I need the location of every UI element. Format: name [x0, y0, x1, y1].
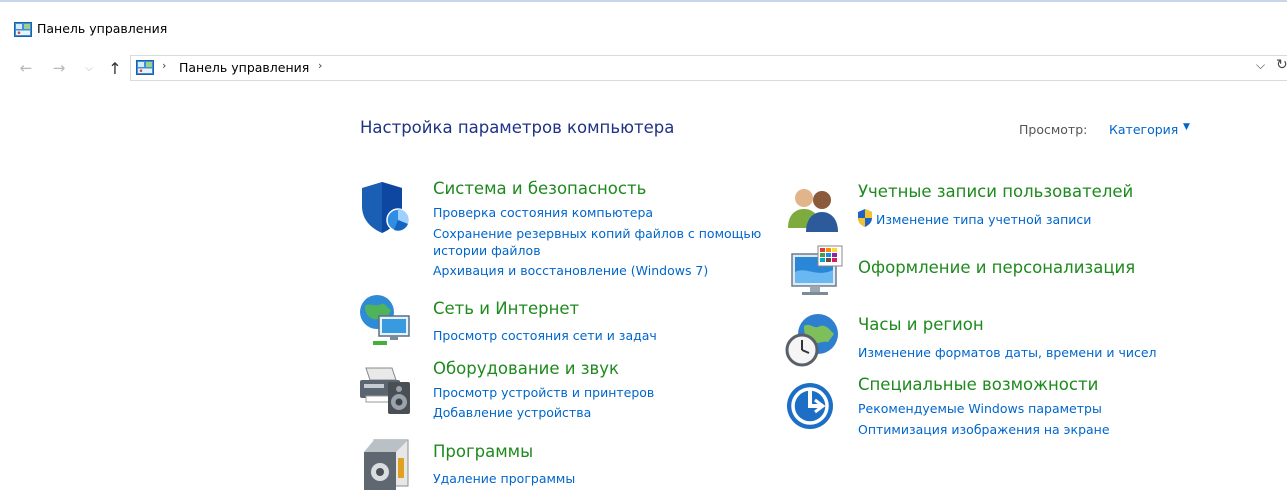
window-title: Панель управления	[37, 21, 168, 36]
accessibility-icon[interactable]	[786, 378, 842, 434]
address-dropdown-icon[interactable]: ⌵	[1256, 58, 1265, 73]
category-programs[interactable]: Программы	[433, 442, 533, 461]
link-view-network-status[interactable]: Просмотр состояния сети и задач	[433, 327, 657, 344]
monitor-palette-icon[interactable]	[788, 244, 844, 300]
address-bar-row: ← → ⌵ ↑ › Панель управления › ⌵ ↻	[0, 54, 1287, 84]
up-arrow-icon[interactable]: ↑	[106, 54, 124, 82]
breadcrumb-separator-icon[interactable]: ›	[318, 59, 322, 72]
category-appearance-personalization[interactable]: Оформление и персонализация	[858, 258, 1135, 277]
category-hardware-sound[interactable]: Оборудование и звук	[433, 359, 619, 378]
link-backup-file-history-cont[interactable]: истории файлов	[433, 242, 541, 259]
printer-speaker-icon[interactable]	[358, 360, 414, 416]
link-uninstall-program[interactable]: Удаление программы	[433, 470, 575, 487]
title-bar: Панель управления	[0, 2, 1287, 50]
uac-shield-icon	[858, 209, 872, 227]
shield-icon[interactable]	[358, 180, 414, 236]
category-system-security[interactable]: Система и безопасность	[433, 179, 646, 198]
link-view-devices-printers[interactable]: Просмотр устройств и принтеров	[433, 384, 654, 401]
category-clock-region[interactable]: Часы и регион	[858, 315, 984, 334]
control-panel-icon	[136, 60, 154, 75]
breadcrumb-separator-icon[interactable]: ›	[162, 59, 166, 72]
programs-box-icon[interactable]	[360, 436, 416, 490]
users-icon[interactable]	[786, 182, 842, 238]
dropdown-arrow-icon[interactable]: ▼	[1183, 122, 1190, 132]
control-panel-icon	[14, 22, 32, 37]
network-globe-icon[interactable]	[357, 292, 413, 348]
breadcrumb-control-panel[interactable]: Панель управления	[179, 60, 309, 75]
category-ease-of-access[interactable]: Специальные возможности	[858, 375, 1098, 394]
clock-globe-icon[interactable]	[784, 312, 840, 368]
back-arrow-icon[interactable]: ←	[16, 54, 36, 82]
refresh-icon[interactable]: ↻	[1276, 57, 1287, 73]
link-optimize-visual-display[interactable]: Оптимизация изображения на экране	[858, 421, 1110, 438]
view-by-label: Просмотр:	[1019, 122, 1088, 137]
forward-arrow-icon[interactable]: →	[49, 54, 69, 82]
link-recommended-windows-settings[interactable]: Рекомендуемые Windows параметры	[858, 400, 1102, 417]
link-backup-file-history[interactable]: Сохранение резервных копий файлов с помо…	[433, 225, 761, 242]
link-check-computer-status[interactable]: Проверка состояния компьютера	[433, 204, 653, 221]
page-title: Настройка параметров компьютера	[360, 118, 675, 137]
category-network-internet[interactable]: Сеть и Интернет	[433, 299, 579, 318]
link-add-device[interactable]: Добавление устройства	[433, 404, 591, 421]
link-change-account-type[interactable]: Изменение типа учетной записи	[876, 211, 1091, 228]
link-change-date-time-formats[interactable]: Изменение форматов даты, времени и чисел	[858, 344, 1157, 361]
recent-locations-chevron-icon[interactable]: ⌵	[82, 54, 96, 82]
link-backup-restore-win7[interactable]: Архивация и восстановление (Windows 7)	[433, 262, 708, 279]
category-user-accounts[interactable]: Учетные записи пользователей	[858, 182, 1133, 201]
view-by-dropdown[interactable]: Категория	[1109, 122, 1178, 137]
